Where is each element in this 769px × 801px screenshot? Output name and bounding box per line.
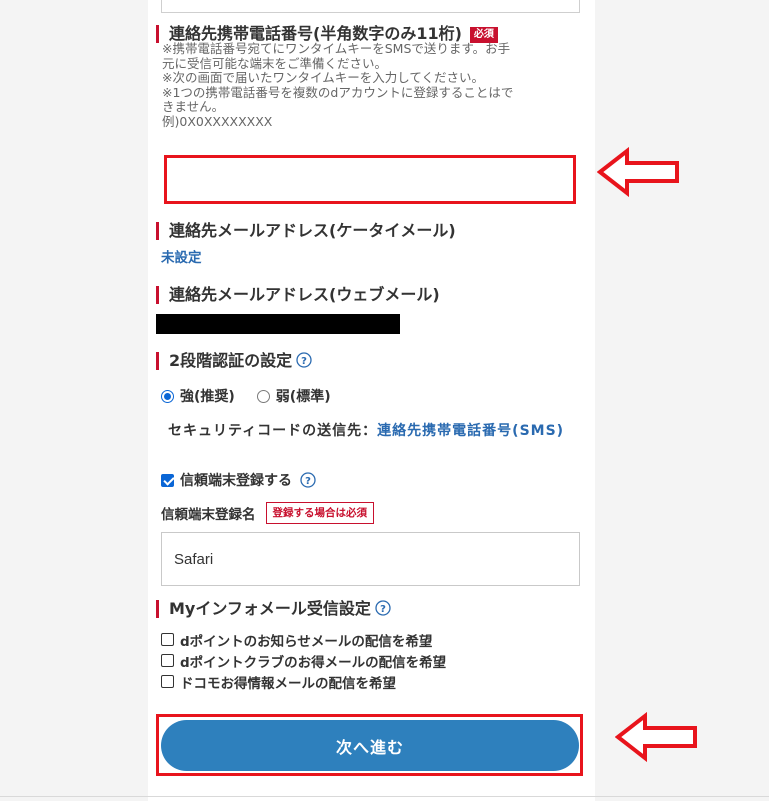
phone-note-line: ※次の画面で届いたワンタイムキーを入力してください。	[162, 70, 484, 85]
phone-notes: ※携帯電話番号宛てにワンタイムキーをSMSで送ります。お手 元に受信可能な端末を…	[162, 41, 582, 129]
svg-text:?: ?	[301, 356, 307, 367]
help-icon[interactable]: ?	[296, 352, 312, 368]
help-icon[interactable]: ?	[300, 472, 316, 488]
redacted-web-mail	[156, 314, 400, 334]
list-item[interactable]: ドコモお得情報メールの配信を希望	[161, 671, 446, 692]
previous-input-field[interactable]	[161, 0, 580, 13]
trusted-device-row: 信頼端末登録する ?	[161, 470, 316, 490]
security-code-value: 連絡先携帯電話番号(SMS)	[377, 423, 565, 439]
my-info-title: Myインフォメール受信設定?	[156, 600, 391, 618]
svg-text:?: ?	[305, 476, 311, 487]
divider	[0, 796, 769, 797]
radio-weak[interactable]	[256, 389, 270, 403]
svg-text:?: ?	[380, 604, 386, 615]
radio-weak-label[interactable]: 弱(標準)	[276, 386, 331, 406]
phone-note-line: 元に受信可能な端末をご準備ください。	[162, 55, 388, 71]
two-factor-title-text: 2段階認証の設定	[169, 351, 293, 370]
help-icon[interactable]: ?	[375, 600, 391, 616]
security-code-label: セキュリティコードの送信先：	[168, 423, 378, 439]
mobile-mail-title: 連絡先メールアドレス(ケータイメール)	[156, 222, 456, 240]
phone-note-line: ※1つの携帯電話番号を複数のdアカウントに登録することはで	[162, 84, 514, 100]
mobile-mail-title-text: 連絡先メールアドレス(ケータイメール)	[169, 221, 456, 240]
trusted-name-label: 信頼端末登録名	[161, 507, 256, 523]
next-button[interactable]: 次へ進む	[161, 720, 579, 771]
radio-strong-label[interactable]: 強(推奨)	[180, 386, 235, 406]
list-item[interactable]: dポイントのお知らせメールの配信を希望	[161, 629, 446, 650]
web-mail-title-text: 連絡先メールアドレス(ウェブメール)	[169, 285, 440, 304]
phone-note-example: 例)0X0XXXXXXXX	[162, 113, 273, 129]
radio-strong[interactable]	[161, 389, 174, 403]
mail-opt-in-label[interactable]: dポイントのお知らせメールの配信を希望	[180, 630, 432, 650]
list-item[interactable]: dポイントクラブのお得メールの配信を希望	[161, 650, 446, 671]
conditional-required-badge: 登録する場合は必須	[265, 502, 374, 524]
arrow-left-icon	[615, 712, 697, 762]
phone-note-line: きません。	[162, 99, 225, 114]
mail-opt-in-checkbox[interactable]	[161, 633, 174, 646]
mail-opt-in-checkbox[interactable]	[161, 675, 174, 688]
web-mail-title: 連絡先メールアドレス(ウェブメール)	[156, 286, 440, 304]
two-factor-options: 強(推奨) 弱(標準)	[161, 386, 331, 406]
trusted-device-name-input[interactable]	[161, 532, 580, 586]
two-factor-title: 2段階認証の設定?	[156, 352, 312, 370]
security-code-destination: セキュリティコードの送信先：連絡先携帯電話番号(SMS)	[168, 421, 583, 441]
my-info-checklist: dポイントのお知らせメールの配信を希望 dポイントクラブのお得メールの配信を希望…	[161, 629, 446, 692]
mail-opt-in-checkbox[interactable]	[161, 654, 174, 667]
arrow-left-icon	[597, 147, 679, 197]
trusted-device-label[interactable]: 信頼端末登録する	[180, 470, 292, 490]
phone-note-line: ※携帯電話番号宛てにワンタイムキーをSMSで送ります。お手	[162, 41, 511, 56]
my-info-title-text: Myインフォメール受信設定	[169, 599, 371, 618]
mobile-mail-value: 未設定	[161, 250, 202, 266]
trusted-device-checkbox[interactable]	[161, 473, 174, 487]
phone-number-input[interactable]	[164, 155, 576, 204]
mail-opt-in-label[interactable]: dポイントクラブのお得メールの配信を希望	[180, 651, 446, 671]
trusted-name-row: 信頼端末登録名 登録する場合は必須	[161, 502, 374, 524]
mail-opt-in-label[interactable]: ドコモお得情報メールの配信を希望	[180, 672, 396, 692]
